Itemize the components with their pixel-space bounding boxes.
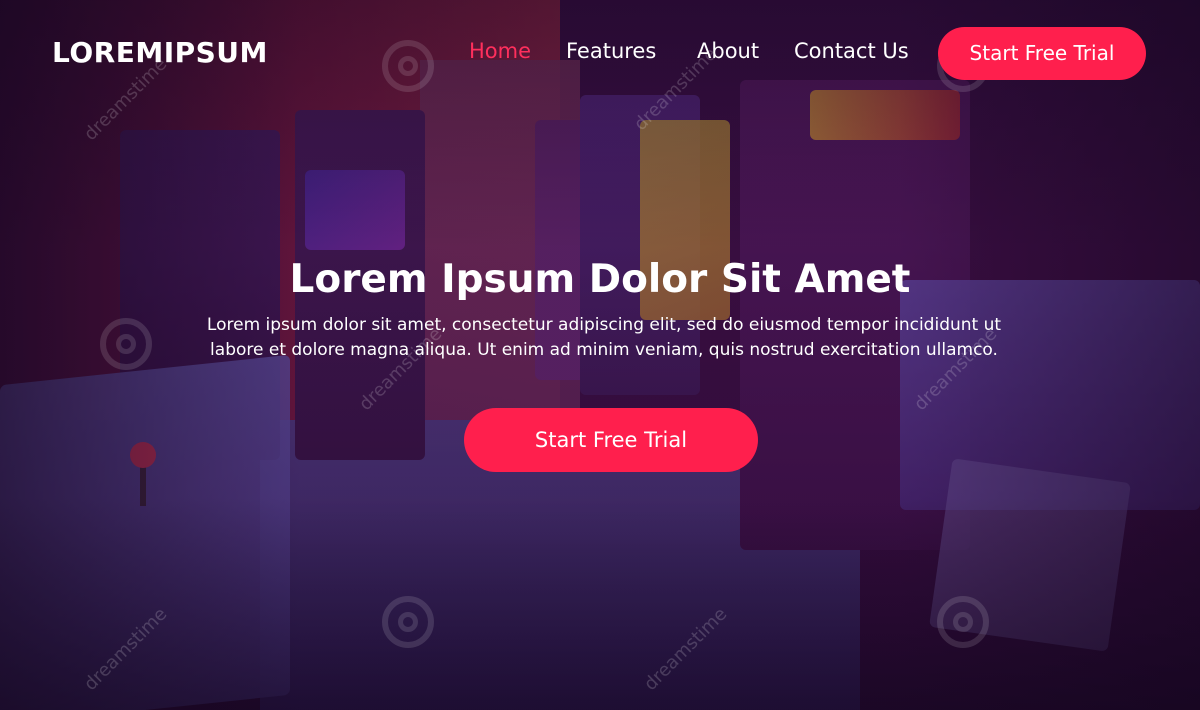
brand-logo[interactable]: LOREMIPSUM bbox=[52, 36, 268, 69]
nav-link-about[interactable]: About bbox=[697, 36, 759, 66]
site-header: LOREMIPSUM Home Features About Contact U… bbox=[0, 0, 1200, 104]
header-start-free-trial-button[interactable]: Start Free Trial bbox=[938, 27, 1146, 80]
hero-title: Lorem Ipsum Dolor Sit Amet bbox=[289, 257, 911, 302]
watermark-logo-icon bbox=[382, 596, 434, 648]
hero-start-free-trial-button[interactable]: Start Free Trial bbox=[464, 408, 758, 472]
hero-section: dreamstime dreamstime dreamstime dreamst… bbox=[0, 0, 1200, 710]
watermark-logo-icon bbox=[937, 596, 989, 648]
nav-link-features[interactable]: Features bbox=[566, 36, 656, 66]
nav-link-contact-us[interactable]: Contact Us bbox=[794, 36, 909, 66]
hero-subtitle: Lorem ipsum dolor sit amet, consectetur … bbox=[206, 315, 1002, 360]
watermark-logo-icon bbox=[100, 318, 152, 370]
nav-link-home[interactable]: Home bbox=[469, 36, 531, 66]
